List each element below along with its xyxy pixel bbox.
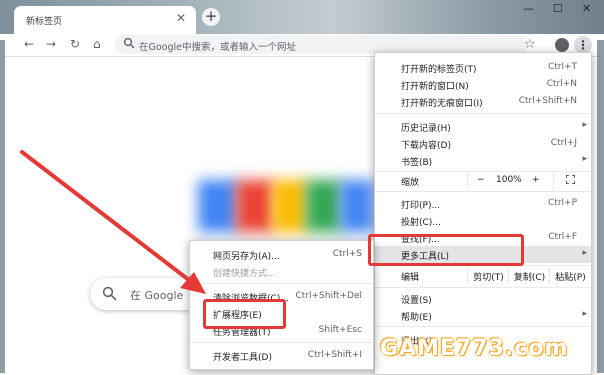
tutorial-arrow-icon <box>20 150 206 294</box>
watermark: GAME773.com <box>380 336 569 361</box>
